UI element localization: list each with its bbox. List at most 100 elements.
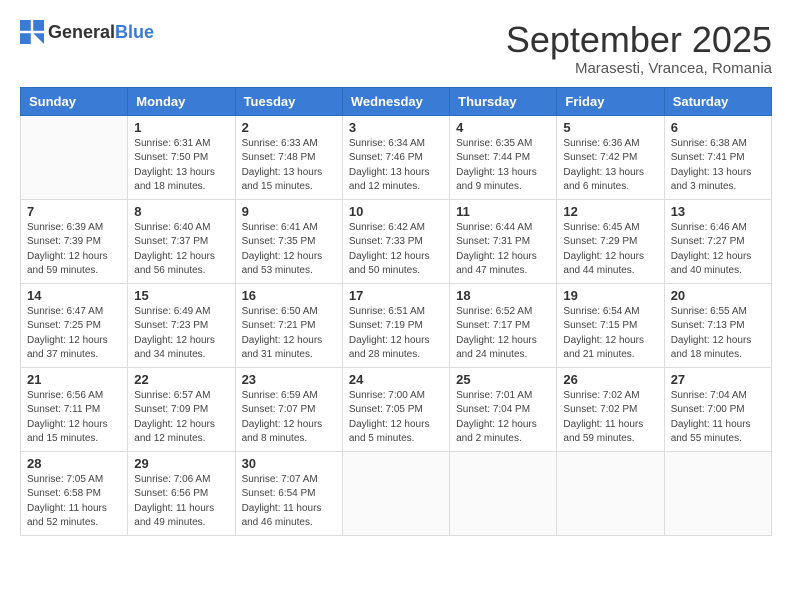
calendar-cell: 29Sunrise: 7:06 AMSunset: 6:56 PMDayligh… bbox=[128, 451, 235, 535]
day-info: Sunrise: 6:34 AMSunset: 7:46 PMDaylight:… bbox=[349, 137, 443, 195]
day-number: 15 bbox=[134, 288, 228, 303]
day-info: Sunrise: 6:54 AMSunset: 7:15 PMDaylight:… bbox=[563, 305, 657, 363]
day-info: Sunrise: 6:59 AMSunset: 7:07 PMDaylight:… bbox=[242, 389, 336, 447]
day-number: 22 bbox=[134, 372, 228, 387]
day-number: 9 bbox=[242, 204, 336, 219]
day-number: 25 bbox=[456, 372, 550, 387]
day-number: 24 bbox=[349, 372, 443, 387]
calendar-cell: 11Sunrise: 6:44 AMSunset: 7:31 PMDayligh… bbox=[450, 199, 557, 283]
calendar-cell: 3Sunrise: 6:34 AMSunset: 7:46 PMDaylight… bbox=[342, 115, 449, 199]
day-info: Sunrise: 7:07 AMSunset: 6:54 PMDaylight:… bbox=[242, 473, 336, 531]
calendar-cell bbox=[557, 451, 664, 535]
day-number: 29 bbox=[134, 456, 228, 471]
day-info: Sunrise: 7:04 AMSunset: 7:00 PMDaylight:… bbox=[671, 389, 765, 447]
calendar-cell: 2 Sunrise: 6:33 AMSunset: 7:48 PMDaylight… bbox=[235, 115, 342, 199]
day-info: Sunrise: 6:36 AMSunset: 7:42 PMDaylight:… bbox=[563, 137, 657, 195]
day-info: Sunrise: 6:50 AMSunset: 7:21 PMDaylight:… bbox=[242, 305, 336, 363]
day-info: Sunrise: 6:35 AMSunset: 7:44 PMDaylight:… bbox=[456, 137, 550, 195]
calendar-cell: 21Sunrise: 6:56 AMSunset: 7:11 PMDayligh… bbox=[21, 367, 128, 451]
calendar-cell: 25 Sunrise: 7:01 AMSunset: 7:04 PMDayligh… bbox=[450, 367, 557, 451]
day-info: Sunrise: 6:52 AMSunset: 7:17 PMDaylight:… bbox=[456, 305, 550, 363]
day-info: Sunrise: 6:33 AMSunset: 7:48 PMDaylight:… bbox=[242, 137, 336, 195]
location-title: Marasesti, Vrancea, Romania bbox=[506, 60, 772, 77]
logo: GeneralBlue bbox=[20, 20, 154, 44]
calendar-cell: 15 Sunrise: 6:49 AMSunset: 7:23 PMDayligh… bbox=[128, 283, 235, 367]
day-info: Sunrise: 7:05 AMSunset: 6:58 PMDaylight:… bbox=[27, 473, 121, 531]
day-number: 6 bbox=[671, 120, 765, 135]
day-number: 1 bbox=[134, 120, 228, 135]
page-header: GeneralBlue September 2025 Marasesti, Vr… bbox=[20, 20, 772, 77]
day-number: 13 bbox=[671, 204, 765, 219]
column-header-thursday: Thursday bbox=[450, 87, 557, 115]
title-block: September 2025 Marasesti, Vrancea, Roman… bbox=[506, 20, 772, 77]
day-number: 21 bbox=[27, 372, 121, 387]
calendar-week-row: 14Sunrise: 6:47 AMSunset: 7:25 PMDayligh… bbox=[21, 283, 772, 367]
day-info: Sunrise: 6:49 AMSunset: 7:23 PMDaylight:… bbox=[134, 305, 228, 363]
calendar-cell: 6 Sunrise: 6:38 AMSunset: 7:41 PMDaylight… bbox=[664, 115, 771, 199]
day-number: 12 bbox=[563, 204, 657, 219]
day-info: Sunrise: 7:01 AMSunset: 7:04 PMDaylight:… bbox=[456, 389, 550, 447]
column-header-monday: Monday bbox=[128, 87, 235, 115]
calendar-cell: 7 Sunrise: 6:39 AMSunset: 7:39 PMDaylight… bbox=[21, 199, 128, 283]
day-info: Sunrise: 6:41 AMSunset: 7:35 PMDaylight:… bbox=[242, 221, 336, 279]
calendar-cell: 26Sunrise: 7:02 AMSunset: 7:02 PMDayligh… bbox=[557, 367, 664, 451]
day-info: Sunrise: 6:51 AMSunset: 7:19 PMDaylight:… bbox=[349, 305, 443, 363]
calendar-week-row: 7 Sunrise: 6:39 AMSunset: 7:39 PMDaylight… bbox=[21, 199, 772, 283]
calendar-cell: 27 Sunrise: 7:04 AMSunset: 7:00 PMDayligh… bbox=[664, 367, 771, 451]
day-number: 20 bbox=[671, 288, 765, 303]
day-number: 16 bbox=[242, 288, 336, 303]
day-number: 18 bbox=[456, 288, 550, 303]
calendar-header-row: SundayMondayTuesdayWednesdayThursdayFrid… bbox=[21, 87, 772, 115]
calendar-cell bbox=[664, 451, 771, 535]
calendar-week-row: 21Sunrise: 6:56 AMSunset: 7:11 PMDayligh… bbox=[21, 367, 772, 451]
logo-blue: Blue bbox=[115, 22, 154, 42]
calendar-cell: 16 Sunrise: 6:50 AMSunset: 7:21 PMDayligh… bbox=[235, 283, 342, 367]
day-info: Sunrise: 6:57 AMSunset: 7:09 PMDaylight:… bbox=[134, 389, 228, 447]
day-number: 30 bbox=[242, 456, 336, 471]
calendar-cell: 19 Sunrise: 6:54 AMSunset: 7:15 PMDayligh… bbox=[557, 283, 664, 367]
day-number: 19 bbox=[563, 288, 657, 303]
day-info: Sunrise: 6:42 AMSunset: 7:33 PMDaylight:… bbox=[349, 221, 443, 279]
calendar-cell bbox=[342, 451, 449, 535]
calendar-cell: 13 Sunrise: 6:46 AMSunset: 7:27 PMDayligh… bbox=[664, 199, 771, 283]
calendar-week-row: 1 Sunrise: 6:31 AMSunset: 7:50 PMDaylight… bbox=[21, 115, 772, 199]
calendar-cell: 18 Sunrise: 6:52 AMSunset: 7:17 PMDayligh… bbox=[450, 283, 557, 367]
column-header-friday: Friday bbox=[557, 87, 664, 115]
day-info: Sunrise: 6:38 AMSunset: 7:41 PMDaylight:… bbox=[671, 137, 765, 195]
logo-icon bbox=[20, 20, 44, 44]
month-title: September 2025 bbox=[506, 20, 772, 60]
calendar-cell: 5Sunrise: 6:36 AMSunset: 7:42 PMDaylight… bbox=[557, 115, 664, 199]
calendar-cell: 24 Sunrise: 7:00 AMSunset: 7:05 PMDayligh… bbox=[342, 367, 449, 451]
calendar-cell: 22 Sunrise: 6:57 AMSunset: 7:09 PMDayligh… bbox=[128, 367, 235, 451]
calendar-week-row: 28 Sunrise: 7:05 AMSunset: 6:58 PMDayligh… bbox=[21, 451, 772, 535]
calendar-cell: 8 Sunrise: 6:40 AMSunset: 7:37 PMDaylight… bbox=[128, 199, 235, 283]
calendar-cell bbox=[450, 451, 557, 535]
day-info: Sunrise: 6:39 AMSunset: 7:39 PMDaylight:… bbox=[27, 221, 121, 279]
day-info: Sunrise: 6:31 AMSunset: 7:50 PMDaylight:… bbox=[134, 137, 228, 195]
day-info: Sunrise: 6:55 AMSunset: 7:13 PMDaylight:… bbox=[671, 305, 765, 363]
day-info: Sunrise: 7:02 AMSunset: 7:02 PMDaylight:… bbox=[563, 389, 657, 447]
day-number: 7 bbox=[27, 204, 121, 219]
day-number: 17 bbox=[349, 288, 443, 303]
day-info: Sunrise: 6:40 AMSunset: 7:37 PMDaylight:… bbox=[134, 221, 228, 279]
day-number: 10 bbox=[349, 204, 443, 219]
day-number: 8 bbox=[134, 204, 228, 219]
calendar-cell: 23 Sunrise: 6:59 AMSunset: 7:07 PMDayligh… bbox=[235, 367, 342, 451]
day-number: 4 bbox=[456, 120, 550, 135]
day-info: Sunrise: 6:46 AMSunset: 7:27 PMDaylight:… bbox=[671, 221, 765, 279]
day-info: Sunrise: 6:45 AMSunset: 7:29 PMDaylight:… bbox=[563, 221, 657, 279]
column-header-saturday: Saturday bbox=[664, 87, 771, 115]
calendar-cell: 20 Sunrise: 6:55 AMSunset: 7:13 PMDayligh… bbox=[664, 283, 771, 367]
calendar-cell: 12 Sunrise: 6:45 AMSunset: 7:29 PMDayligh… bbox=[557, 199, 664, 283]
calendar-cell: 10 Sunrise: 6:42 AMSunset: 7:33 PMDayligh… bbox=[342, 199, 449, 283]
day-number: 28 bbox=[27, 456, 121, 471]
logo-general: General bbox=[48, 22, 115, 42]
calendar-cell: 14Sunrise: 6:47 AMSunset: 7:25 PMDayligh… bbox=[21, 283, 128, 367]
day-number: 27 bbox=[671, 372, 765, 387]
column-header-sunday: Sunday bbox=[21, 87, 128, 115]
calendar-cell: 17 Sunrise: 6:51 AMSunset: 7:19 PMDayligh… bbox=[342, 283, 449, 367]
day-number: 2 bbox=[242, 120, 336, 135]
day-number: 23 bbox=[242, 372, 336, 387]
calendar-cell: 9 Sunrise: 6:41 AMSunset: 7:35 PMDaylight… bbox=[235, 199, 342, 283]
day-info: Sunrise: 7:00 AMSunset: 7:05 PMDaylight:… bbox=[349, 389, 443, 447]
